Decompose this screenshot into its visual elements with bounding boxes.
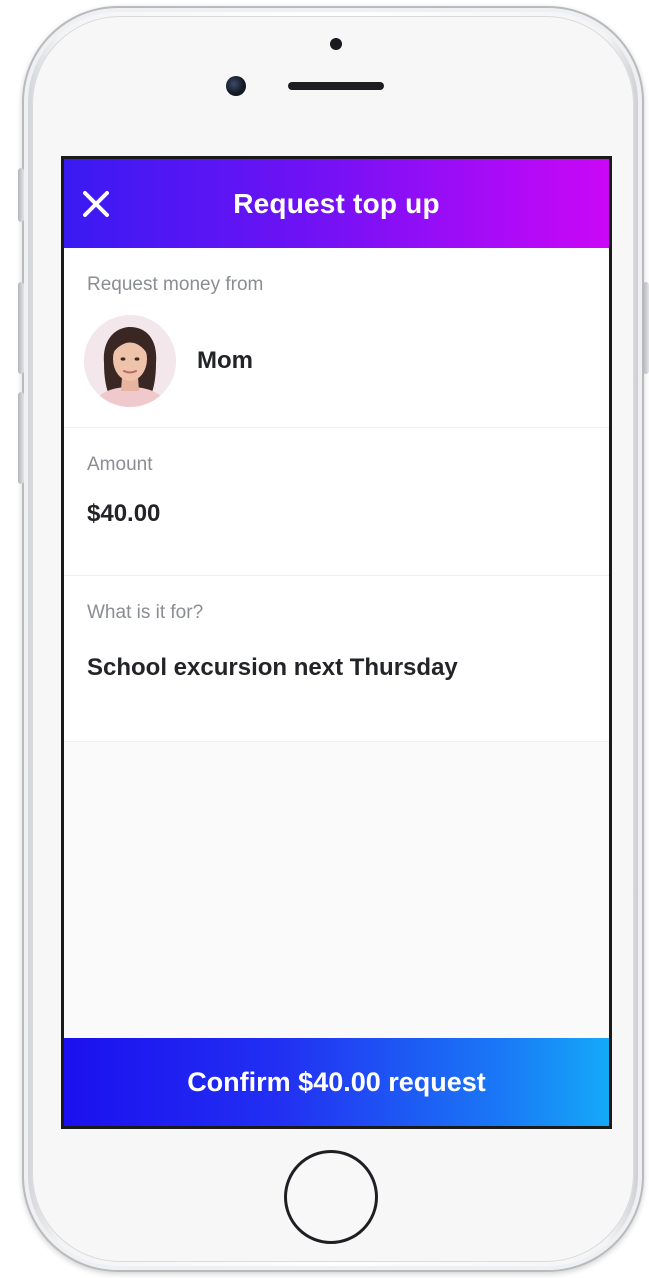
amount-label: Amount — [87, 454, 153, 475]
app-screen: Request top up Request money from Mom Am… — [64, 159, 609, 1126]
purpose-label: What is it for? — [87, 602, 204, 623]
request-from-label: Request money from — [87, 274, 264, 295]
earpiece-speaker — [288, 82, 384, 90]
avatar[interactable] — [84, 315, 176, 407]
purpose-value[interactable]: School excursion next Thursday — [87, 654, 458, 682]
power-button — [643, 282, 649, 374]
amount-value[interactable]: $40.00 — [87, 500, 160, 528]
volume-up-button — [18, 282, 24, 374]
mute-switch — [18, 168, 24, 222]
page-title: Request top up — [233, 187, 440, 219]
purpose-section: What is it for? School excursion next Th… — [64, 576, 609, 742]
stage: Request top up Request money from Mom Am… — [0, 0, 649, 1278]
app-header: Request top up — [64, 159, 609, 248]
volume-down-button — [18, 392, 24, 484]
amount-section: Amount $40.00 — [64, 428, 609, 576]
proximity-sensor — [330, 38, 342, 50]
close-icon — [83, 191, 109, 217]
contact-name[interactable]: Mom — [197, 347, 253, 375]
contact-photo — [84, 315, 176, 407]
confirm-request-button[interactable]: Confirm $40.00 request — [64, 1038, 609, 1126]
home-button[interactable] — [284, 1150, 378, 1244]
front-camera — [226, 76, 246, 96]
phone-screen: Request top up Request money from Mom Am… — [61, 156, 612, 1129]
close-button[interactable] — [78, 186, 114, 222]
request-from-section: Request money from Mom — [64, 248, 609, 428]
